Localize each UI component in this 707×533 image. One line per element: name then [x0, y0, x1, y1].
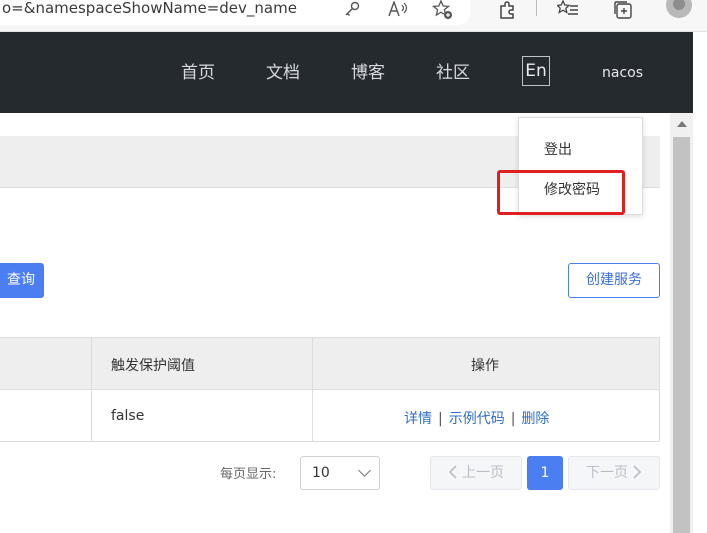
- create-service-button[interactable]: 创建服务: [568, 263, 660, 298]
- user-menu[interactable]: nacos: [602, 65, 643, 81]
- read-aloud-icon[interactable]: [385, 0, 411, 20]
- app-header: 首页 文档 博客 社区 En nacos: [0, 32, 693, 113]
- favorites-icon[interactable]: [555, 0, 581, 20]
- profile-icon[interactable]: [666, 0, 692, 18]
- prev-page-label: 上一页: [462, 465, 504, 481]
- key-icon[interactable]: [339, 0, 365, 20]
- header-protect-threshold: 触发保护阈值: [111, 358, 195, 374]
- add-favorite-icon[interactable]: [430, 0, 456, 20]
- header-actions: 操作: [471, 358, 499, 374]
- sample-code-link[interactable]: 示例代码: [449, 411, 505, 427]
- highlight-box: [497, 170, 625, 215]
- collections-icon[interactable]: [610, 0, 636, 20]
- action-divider: |: [438, 411, 443, 427]
- table-header: [0, 338, 659, 390]
- prev-page-button[interactable]: 上一页: [430, 456, 522, 490]
- toolbar-separator: [536, 0, 537, 16]
- cell-protect-threshold: false: [111, 408, 145, 424]
- cell-actions: 详情 | 示例代码 | 删除: [404, 408, 549, 428]
- nav-community[interactable]: 社区: [436, 62, 470, 84]
- details-link[interactable]: 详情: [404, 411, 432, 427]
- chevron-right-icon: [633, 465, 642, 479]
- browser-toolbar: o=&namespaceShowName=dev_name: [0, 0, 707, 32]
- service-table: 触发保护阈值 操作 false 详情 | 示例代码 | 删除: [0, 337, 660, 442]
- action-divider: |: [510, 411, 516, 427]
- next-page-label: 下一页: [586, 465, 628, 481]
- page-size-label: 每页显示:: [220, 467, 277, 482]
- scroll-thumb[interactable]: [673, 137, 690, 533]
- nav-docs[interactable]: 文档: [266, 62, 300, 84]
- next-page-button[interactable]: 下一页: [568, 456, 660, 490]
- query-button[interactable]: 查询: [0, 263, 44, 298]
- delete-link[interactable]: 删除: [521, 411, 549, 427]
- language-switch-button[interactable]: En: [522, 56, 550, 86]
- page-size-select[interactable]: 10: [300, 456, 380, 490]
- nav-home[interactable]: 首页: [181, 62, 215, 84]
- vertical-scrollbar[interactable]: [670, 113, 693, 533]
- extensions-icon[interactable]: [494, 0, 520, 20]
- page-number-current[interactable]: 1: [527, 456, 563, 490]
- chevron-left-icon: [448, 465, 457, 479]
- logout-menu-item[interactable]: 登出: [544, 139, 572, 159]
- column-divider: [312, 338, 313, 441]
- scroll-up-arrow-icon[interactable]: [677, 121, 687, 127]
- chevron-down-icon: [358, 464, 371, 477]
- page-size-value: 10: [312, 465, 330, 481]
- url-text[interactable]: o=&namespaceShowName=dev_name: [2, 0, 297, 16]
- nav-blog[interactable]: 博客: [351, 62, 385, 84]
- column-divider: [91, 338, 92, 441]
